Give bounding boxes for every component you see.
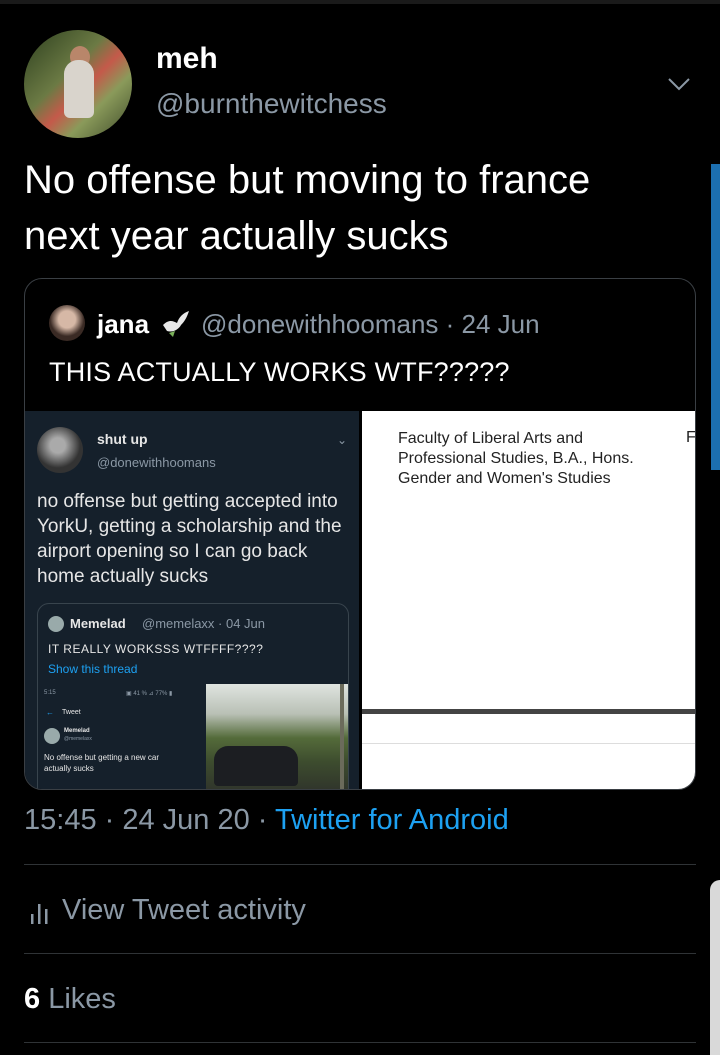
- media-author-name: shut up: [97, 431, 148, 447]
- divider: [24, 864, 696, 865]
- media-image-right[interactable]: Faculty of Liberal Arts and Professional…: [362, 411, 695, 789]
- tweet-source-link[interactable]: Twitter for Android: [275, 804, 509, 836]
- mini-status-time: 5:15: [44, 690, 56, 696]
- media-document-edge-letter: F: [686, 429, 695, 446]
- tweet-timestamp: 15:45 · 24 Jun 20 · Twitter for Android: [24, 804, 509, 837]
- media-avatar: [37, 427, 83, 473]
- media-document-bar: [362, 709, 695, 714]
- divider: [24, 953, 696, 954]
- tweet-text: No offense but moving to france next yea…: [24, 152, 684, 264]
- inner-quote-screenshot: 5:15 ▣ 41 % ⊿ 77% ▮ ← Tweet Memelad @mem…: [42, 690, 194, 789]
- divider: [24, 1042, 696, 1043]
- quoted-tweet[interactable]: jana @donewithhoomans · 24 Jun THIS ACTU…: [24, 278, 696, 790]
- media-chevron-icon: ⌄: [337, 433, 348, 447]
- media-image-left[interactable]: shut up @donewithhoomans ⌄ no offense bu…: [25, 411, 359, 789]
- author-handle[interactable]: @burnthewitchess: [156, 88, 387, 120]
- mini-text: No offense but getting a new car actuall…: [44, 753, 160, 773]
- likes-number: 6: [24, 983, 41, 1015]
- car-photo: [206, 684, 348, 789]
- quoted-text: THIS ACTUALLY WORKS WTF?????: [49, 357, 510, 387]
- avatar[interactable]: [24, 30, 132, 138]
- author-name[interactable]: meh: [156, 42, 218, 76]
- inner-quote-meta: @memelaxx · 04 Jun: [142, 616, 266, 631]
- mini-avatar: [44, 728, 60, 744]
- likes-count[interactable]: 6 Likes: [24, 983, 116, 1016]
- mini-name: Memelad: [64, 728, 90, 734]
- dove-icon: [163, 311, 189, 337]
- tweet-text-line2: next year actually sucks: [24, 214, 449, 258]
- mini-handle: @memelaxx: [64, 736, 92, 742]
- inner-quote-text: IT REALLY WORKSSS WTFFFF????: [48, 642, 264, 656]
- view-tweet-activity-link[interactable]: View Tweet activity: [62, 894, 306, 927]
- top-edge: [0, 0, 720, 4]
- chevron-down-icon[interactable]: [667, 72, 691, 96]
- quoted-avatar[interactable]: [49, 305, 85, 341]
- overlay-edge: [710, 880, 720, 1055]
- mini-status-icons: ▣ 41 % ⊿ 77% ▮: [126, 691, 173, 697]
- media-inner-quote: Memelad @memelaxx · 04 Jun IT REALLY WOR…: [37, 603, 349, 789]
- inner-quote-thread-link: Show this thread: [48, 662, 138, 676]
- likes-label: Likes: [40, 983, 116, 1015]
- inner-quote-avatar: [48, 616, 64, 632]
- media-document-line: [362, 743, 695, 744]
- quoted-author-name: jana: [97, 309, 150, 339]
- tweet-text-line1: No offense but moving to france: [24, 158, 591, 202]
- mini-title: Tweet: [62, 709, 81, 716]
- media-author-handle: @donewithhoomans: [97, 455, 216, 470]
- inner-quote-name: Memelad: [70, 616, 126, 631]
- bar-chart-icon[interactable]: [30, 898, 50, 924]
- quoted-meta: @donewithhoomans · 24 Jun: [201, 309, 540, 339]
- mini-back-icon: ←: [46, 708, 54, 717]
- media-document-text: Faculty of Liberal Arts and Professional…: [398, 430, 634, 487]
- tweet-time-date: 15:45 · 24 Jun 20 ·: [24, 804, 275, 836]
- media-tweet-text: no offense but getting accepted into Yor…: [37, 491, 342, 587]
- scrollbar[interactable]: [711, 164, 720, 470]
